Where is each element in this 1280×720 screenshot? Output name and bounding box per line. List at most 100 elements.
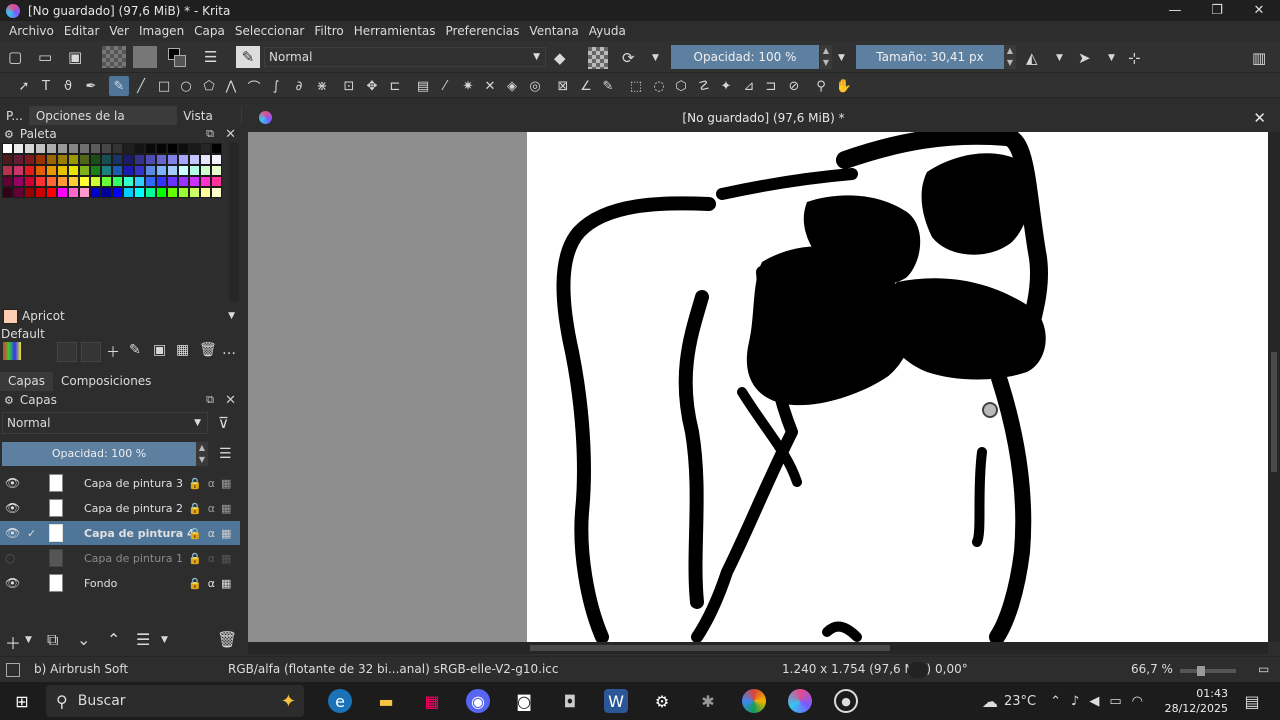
wrap-around-icon[interactable]: ⊹ — [1128, 47, 1141, 69]
menu-ayuda[interactable]: Ayuda — [589, 24, 626, 38]
palette-swatch[interactable] — [200, 143, 211, 154]
eraser-icon[interactable]: ◆ — [554, 47, 566, 69]
swatch-slot[interactable] — [57, 342, 77, 362]
palette-swatch[interactable] — [46, 187, 57, 198]
hidden-eye-icon[interactable]: ○ — [5, 551, 15, 565]
palette-swatch[interactable] — [79, 165, 90, 176]
edge-browser-icon[interactable]: e — [328, 689, 352, 713]
polygon-selection-icon[interactable]: ⬡ — [671, 76, 691, 96]
close-panel-icon[interactable]: ✕ — [225, 127, 236, 142]
file-explorer-icon[interactable]: ▬ — [374, 689, 398, 713]
palette-swatch[interactable] — [101, 143, 112, 154]
palette-swatch[interactable] — [134, 143, 145, 154]
layer-row[interactable]: ○ Capa de pintura 1 🔒α▦ — [0, 546, 240, 570]
palette-swatch[interactable] — [178, 176, 189, 187]
enclose-fill-icon[interactable]: ◎ — [525, 76, 545, 96]
palette-swatch[interactable] — [2, 187, 13, 198]
edit-shapes-icon[interactable]: ϑ — [58, 76, 78, 96]
microphone-icon[interactable]: ♪ — [1071, 694, 1079, 709]
weather-temp[interactable]: 23°C — [1004, 694, 1036, 709]
opacity-menu-chevron-icon[interactable]: ▼ — [838, 47, 845, 69]
palette-swatch[interactable] — [178, 143, 189, 154]
menu-ver[interactable]: Ver — [109, 24, 129, 38]
panel-settings-icon[interactable]: ⚙ — [4, 128, 14, 141]
assistant-tool-icon[interactable]: ✕ — [480, 76, 500, 96]
palette-swatch[interactable] — [189, 165, 200, 176]
palette-swatch[interactable] — [57, 143, 68, 154]
palette-swatch[interactable] — [211, 143, 222, 154]
palette-swatch[interactable] — [13, 176, 24, 187]
palette-swatch[interactable] — [123, 165, 134, 176]
delete-swatch-icon[interactable]: 🗑 — [199, 342, 217, 358]
palette-swatch[interactable] — [13, 154, 24, 165]
palette-swatch[interactable] — [123, 143, 134, 154]
polyline-tool-icon[interactable]: ⋀ — [221, 76, 241, 96]
menu-seleccionar[interactable]: Seleccionar — [235, 24, 304, 38]
palette-swatch[interactable] — [46, 165, 57, 176]
palette-swatch[interactable] — [145, 176, 156, 187]
tab-pinceles[interactable]: P... — [0, 106, 30, 126]
palette-swatch[interactable] — [167, 165, 178, 176]
text-tool-icon[interactable]: T — [36, 76, 56, 96]
obs-icon[interactable]: ● — [834, 689, 858, 713]
vertical-scrollbar[interactable] — [1268, 132, 1280, 642]
palette-swatch[interactable] — [90, 187, 101, 198]
rectangle-tool-icon[interactable]: □ — [154, 76, 174, 96]
palette-swatch[interactable] — [68, 143, 79, 154]
palette-swatch[interactable] — [79, 154, 90, 165]
layer-properties-icons[interactable]: 🔒α▦ — [188, 527, 237, 540]
move-layer-down-icon[interactable]: ⌄ — [77, 630, 90, 649]
settings-gear-icon[interactable]: ⚙ — [650, 689, 674, 713]
palette-swatch[interactable] — [189, 176, 200, 187]
alpha-lock-icon[interactable] — [588, 47, 608, 69]
palette-swatch[interactable] — [13, 187, 24, 198]
palette-swatch[interactable] — [24, 176, 35, 187]
palette-swatch[interactable] — [112, 176, 123, 187]
palette-swatch[interactable] — [167, 154, 178, 165]
layer-lock-icons[interactable]: 🔒α▦ — [188, 577, 237, 590]
bezier-tool-icon[interactable]: ⌒ — [244, 76, 264, 96]
current-color-select[interactable]: Apricot ▼ — [3, 307, 239, 325]
gradient-tool-icon[interactable]: ▤ — [413, 76, 433, 96]
float-panel-icon[interactable]: ⧉ — [206, 127, 214, 141]
brush-opacity-slider[interactable]: Opacidad: 100 % — [671, 45, 819, 69]
layer-row[interactable]: 👁 Fondo 🔒α▦ — [0, 571, 240, 595]
rotation-value[interactable]: 0,00° — [935, 662, 968, 676]
layer-properties-icon[interactable]: ☰ — [136, 630, 150, 649]
word-icon[interactable]: W — [604, 689, 628, 713]
layer-properties-icons[interactable]: 🔒α▦ — [188, 477, 237, 490]
float-panel-icon[interactable]: ⧉ — [206, 393, 214, 407]
mirror-vertical-icon[interactable]: ➤ — [1078, 47, 1091, 69]
palette-swatch[interactable] — [68, 176, 79, 187]
palette-swatch-grid[interactable] — [2, 143, 226, 211]
palette-swatch[interactable] — [145, 187, 156, 198]
measure-tool-icon[interactable]: ∠ — [576, 76, 596, 96]
layer-properties-icons[interactable]: 🔒α▦ — [188, 552, 237, 565]
assistant-icon[interactable]: ⊠ — [553, 76, 573, 96]
palette-swatch[interactable] — [123, 176, 134, 187]
weather-icon[interactable]: ☁ — [982, 692, 998, 711]
palette-swatch[interactable] — [101, 165, 112, 176]
discord-icon[interactable]: ◉ — [466, 689, 490, 713]
palette-swatch[interactable] — [35, 154, 46, 165]
menu-herramientas[interactable]: Herramientas — [354, 24, 436, 38]
close-panel-icon[interactable]: ✕ — [225, 393, 236, 408]
app-icon[interactable]: ✱ — [696, 689, 720, 713]
palette-swatch[interactable] — [13, 143, 24, 154]
tab-tool-options[interactable]: Opciones de la herra... — [29, 106, 178, 143]
color-picker-icon[interactable]: ⁄ — [435, 76, 455, 96]
palette-swatch[interactable] — [57, 154, 68, 165]
palette-swatch[interactable] — [211, 165, 222, 176]
palette-swatch[interactable] — [90, 154, 101, 165]
add-layer-icon[interactable]: ＋ — [5, 630, 21, 654]
palette-swatch[interactable] — [145, 165, 156, 176]
palette-swatch[interactable] — [156, 154, 167, 165]
palette-swatch[interactable] — [178, 187, 189, 198]
palette-swatch[interactable] — [112, 154, 123, 165]
tab-capas[interactable]: Capas — [0, 372, 53, 391]
visibility-eye-icon[interactable]: 👁 — [5, 576, 20, 590]
crop-tool-icon[interactable]: ⊏ — [385, 76, 405, 96]
app-icon[interactable]: ◙ — [512, 689, 536, 713]
palette-swatch[interactable] — [46, 176, 57, 187]
palette-swatch[interactable] — [156, 176, 167, 187]
